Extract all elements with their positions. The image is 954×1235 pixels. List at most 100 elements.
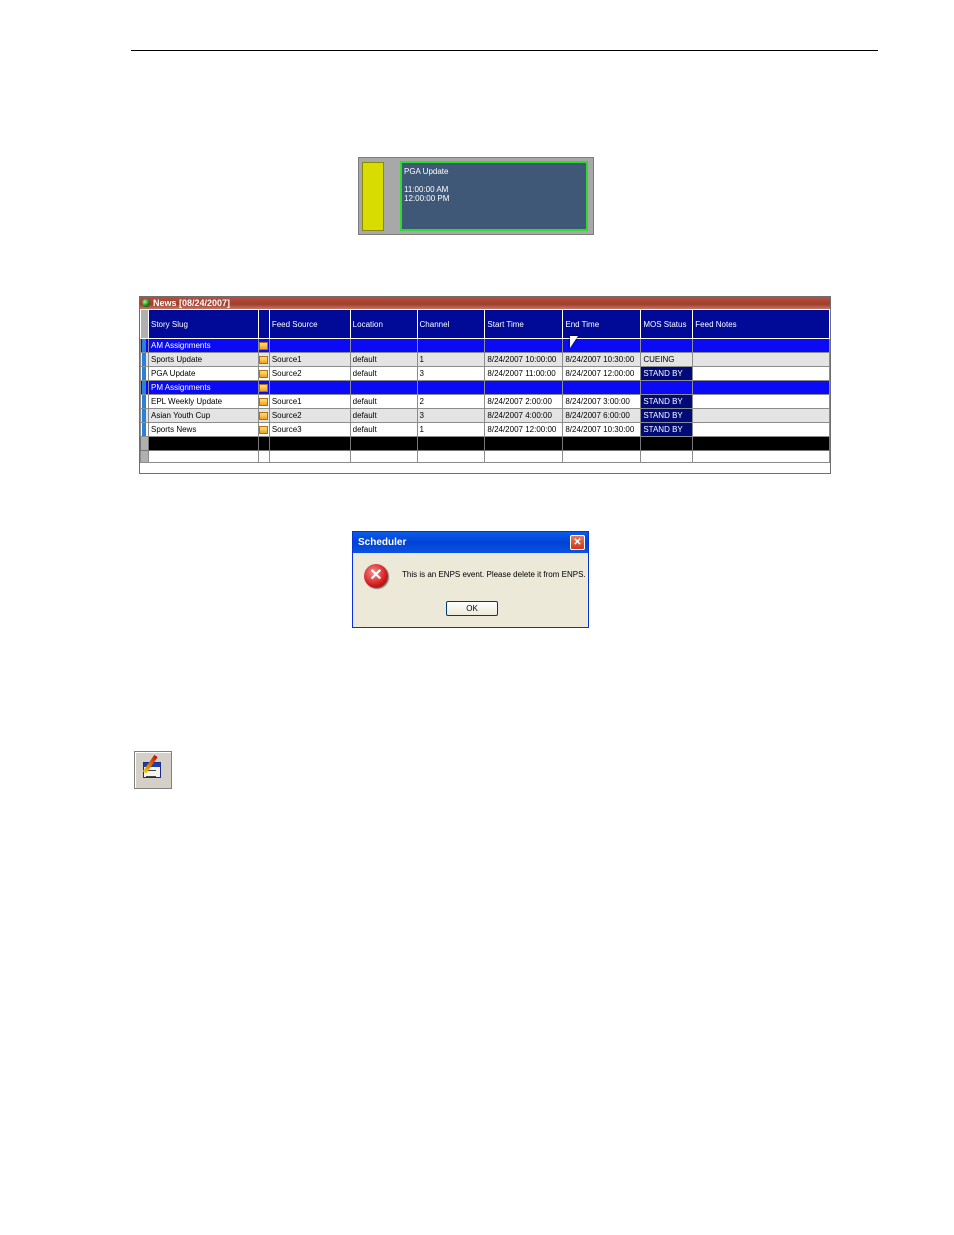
cell-channel[interactable]: 2 xyxy=(416,394,486,409)
cell-status[interactable] xyxy=(640,380,694,395)
cell-story-slug[interactable]: Asian Youth Cup xyxy=(147,408,259,423)
cell-notes[interactable] xyxy=(692,338,830,353)
group-row[interactable]: PM Assignments xyxy=(140,380,830,395)
column-header[interactable]: Start Time xyxy=(484,309,564,339)
new-row-placeholder[interactable] xyxy=(140,436,830,451)
cell-start[interactable] xyxy=(484,380,564,395)
empty-cell xyxy=(349,436,418,451)
folder-icon[interactable] xyxy=(259,369,269,378)
column-header[interactable]: Location xyxy=(349,309,418,339)
news-table: Story Slug Feed Source Location Channel Star… xyxy=(140,309,830,463)
edit-schedule-icon[interactable] xyxy=(134,751,172,789)
cell-story-slug[interactable]: Sports Update xyxy=(147,352,259,367)
empty-cell xyxy=(147,450,259,463)
cell-channel[interactable]: 1 xyxy=(416,422,486,437)
event-block[interactable]: PGA Update 11:00:00 AM 12:00:00 PM xyxy=(358,157,594,235)
cell-source[interactable] xyxy=(268,380,351,395)
cell-notes[interactable] xyxy=(692,366,830,381)
empty-cell xyxy=(692,450,830,463)
cell-notes[interactable] xyxy=(692,352,830,367)
cell-source[interactable]: Source2 xyxy=(268,366,351,381)
cell-channel[interactable] xyxy=(416,380,486,395)
cell-location[interactable] xyxy=(349,338,418,353)
cell-location[interactable]: default xyxy=(349,408,418,423)
cell-channel[interactable] xyxy=(416,338,486,353)
cell-source[interactable]: Source2 xyxy=(268,408,351,423)
table-row[interactable]: PGA Update Source2 default 3 8/24/2007 11:00… xyxy=(140,366,830,381)
cell-notes[interactable] xyxy=(692,422,830,437)
row-indicator-bar xyxy=(142,395,146,408)
dialog-message: This is an ENPS event. Please delete it … xyxy=(402,570,586,579)
cell-source[interactable]: Source1 xyxy=(268,394,351,409)
cell-story-slug[interactable]: AM Assignments xyxy=(147,338,259,353)
cell-location[interactable] xyxy=(349,380,418,395)
cell-start[interactable]: 8/24/2007 4:00:00 xyxy=(484,408,564,423)
folder-icon[interactable] xyxy=(259,411,269,420)
cell-start[interactable] xyxy=(484,338,564,353)
cell-status[interactable]: CUEING xyxy=(640,352,694,367)
cell-source[interactable] xyxy=(268,338,351,353)
cell-start[interactable]: 8/24/2007 10:00:00 xyxy=(484,352,564,367)
folder-icon[interactable] xyxy=(259,397,269,406)
cell-start[interactable]: 8/24/2007 2:00:00 xyxy=(484,394,564,409)
cell-end[interactable]: 8/24/2007 3:00:00 xyxy=(562,394,642,409)
cell-source[interactable]: Source1 xyxy=(268,352,351,367)
cell-source[interactable]: Source3 xyxy=(268,422,351,437)
table-row[interactable]: Sports Update Source1 default 1 8/24/2007 10… xyxy=(140,352,830,367)
cell-start[interactable]: 8/24/2007 11:00:00 xyxy=(484,366,564,381)
folder-icon[interactable] xyxy=(259,355,269,364)
cell-end[interactable]: 8/24/2007 10:30:00 xyxy=(562,352,642,367)
cell-end[interactable]: 8/24/2007 12:00:00 xyxy=(562,366,642,381)
column-header[interactable]: Channel xyxy=(416,309,486,339)
row-indicator-bar xyxy=(142,381,146,394)
cell-story-slug[interactable]: PGA Update xyxy=(147,366,259,381)
close-button[interactable]: ✕ xyxy=(570,535,585,550)
cell-channel[interactable]: 3 xyxy=(416,366,486,381)
folder-icon[interactable] xyxy=(259,425,269,434)
cell-location[interactable]: default xyxy=(349,366,418,381)
group-row[interactable]: AM Assignments xyxy=(140,338,830,353)
cell-start[interactable]: 8/24/2007 12:00:00 xyxy=(484,422,564,437)
event-body[interactable]: PGA Update 11:00:00 AM 12:00:00 PM xyxy=(400,161,588,231)
table-row[interactable]: EPL Weekly Update Source1 default 2 8/24/200… xyxy=(140,394,830,409)
event-title: PGA Update xyxy=(404,167,449,176)
cell-status[interactable] xyxy=(640,338,694,353)
row-indicator xyxy=(140,422,149,437)
row-indicator-bar xyxy=(142,339,146,352)
row-icon-cell xyxy=(257,338,270,353)
folder-icon[interactable] xyxy=(259,341,269,350)
column-header[interactable]: Feed Notes xyxy=(692,309,830,339)
dialog-title: Scheduler xyxy=(358,537,407,548)
cell-channel[interactable]: 1 xyxy=(416,352,486,367)
cell-location[interactable]: default xyxy=(349,422,418,437)
empty-cell xyxy=(268,450,351,463)
column-header[interactable]: Feed Source xyxy=(268,309,351,339)
column-header[interactable]: MOS Status xyxy=(640,309,694,339)
table-row[interactable]: Asian Youth Cup Source2 default 3 8/24/2007 … xyxy=(140,408,830,423)
cell-notes[interactable] xyxy=(692,408,830,423)
cell-end[interactable]: 8/24/2007 10:30:00 xyxy=(562,422,642,437)
cell-location[interactable]: default xyxy=(349,394,418,409)
cell-end[interactable] xyxy=(562,380,642,395)
cell-story-slug[interactable]: PM Assignments xyxy=(147,380,259,395)
cell-status[interactable]: STAND BY xyxy=(640,408,694,423)
empty-cell xyxy=(484,450,564,463)
ok-button[interactable]: OK xyxy=(446,601,498,616)
cell-location[interactable]: default xyxy=(349,352,418,367)
grid-title-bar: News [08/24/2007] xyxy=(140,297,830,309)
column-header[interactable]: Story Slug xyxy=(147,309,259,339)
column-header[interactable]: End Time xyxy=(562,309,642,339)
cell-end[interactable]: 8/24/2007 6:00:00 xyxy=(562,408,642,423)
cell-notes[interactable] xyxy=(692,380,830,395)
cell-status[interactable]: STAND BY xyxy=(640,394,694,409)
cell-status[interactable]: STAND BY xyxy=(640,422,694,437)
cell-story-slug[interactable]: EPL Weekly Update xyxy=(147,394,259,409)
empty-row[interactable] xyxy=(140,450,830,463)
cell-channel[interactable]: 3 xyxy=(416,408,486,423)
dialog-title-bar[interactable]: Scheduler ✕ xyxy=(353,532,588,553)
cell-story-slug[interactable]: Sports News xyxy=(147,422,259,437)
cell-notes[interactable] xyxy=(692,394,830,409)
cell-status[interactable]: STAND BY xyxy=(640,366,694,381)
folder-icon[interactable] xyxy=(259,383,269,392)
table-row[interactable]: Sports News Source3 default 1 8/24/2007 12:0… xyxy=(140,422,830,437)
